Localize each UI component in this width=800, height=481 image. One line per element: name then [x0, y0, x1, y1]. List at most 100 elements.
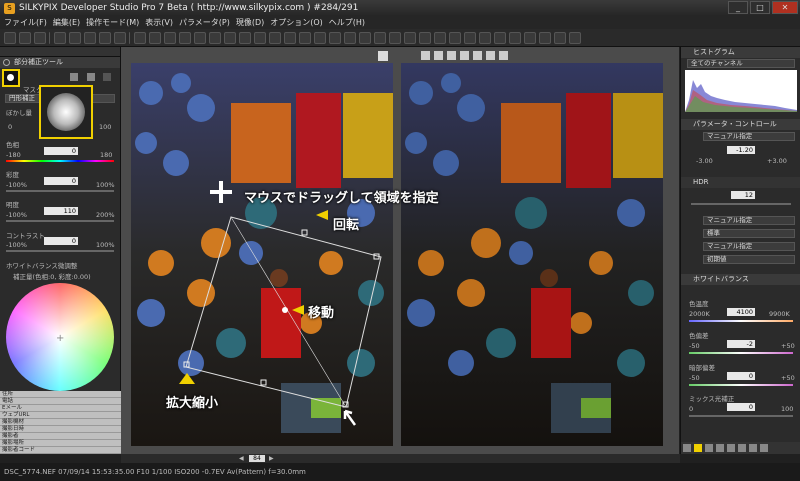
zoom-value[interactable]: 84: [249, 455, 265, 462]
tint-value[interactable]: -2: [727, 340, 755, 348]
dark-value[interactable]: 0: [727, 372, 755, 380]
menu-develop[interactable]: 現像(D): [236, 17, 264, 28]
hue-value[interactable]: 0: [44, 147, 78, 155]
exposure-preset-select[interactable]: マニュアル指定: [703, 132, 795, 141]
saturation-slider[interactable]: [6, 190, 114, 192]
tool-icon[interactable]: [727, 444, 735, 452]
photo-after[interactable]: [401, 63, 663, 446]
next-icon[interactable]: ▶: [269, 455, 274, 462]
meta-photographer-code[interactable]: 撮影者コード: [0, 447, 121, 454]
tool-icon[interactable]: [683, 444, 691, 452]
options-icon[interactable]: [103, 73, 111, 81]
tool-button[interactable]: [419, 31, 431, 44]
tool-button[interactable]: [539, 31, 551, 44]
hdr-slider[interactable]: [691, 203, 791, 205]
prev-icon[interactable]: ◀: [239, 455, 244, 462]
sharpness-preset-select[interactable]: マニュアル指定: [703, 242, 795, 251]
tool-icon[interactable]: [760, 444, 768, 452]
meta-phone[interactable]: 電話: [0, 398, 121, 405]
tool-button[interactable]: [464, 31, 476, 44]
dark-slider[interactable]: [689, 384, 793, 386]
close-icon[interactable]: ✕: [772, 1, 798, 14]
rotate-left-icon[interactable]: [486, 51, 495, 60]
tool-button[interactable]: [209, 31, 221, 44]
color-preset-select[interactable]: 標準: [703, 229, 795, 238]
tool-icon[interactable]: [738, 444, 746, 452]
meta-photographer[interactable]: 撮影者: [0, 433, 121, 440]
tool-button[interactable]: [569, 31, 581, 44]
view-mode-button[interactable]: [69, 31, 81, 44]
rotate-handle[interactable]: [301, 229, 308, 236]
tool-button[interactable]: [299, 31, 311, 44]
tool-icon[interactable]: [749, 444, 757, 452]
tool-button[interactable]: [359, 31, 371, 44]
toolbar-button[interactable]: [4, 31, 16, 44]
temperature-value[interactable]: 4100: [727, 308, 755, 316]
tool-button[interactable]: [434, 31, 446, 44]
menu-view[interactable]: 表示(V): [145, 17, 173, 28]
delete-icon[interactable]: [87, 73, 95, 81]
temperature-slider[interactable]: [689, 320, 793, 322]
view-mode-button[interactable]: [54, 31, 66, 44]
tool-button[interactable]: [329, 31, 341, 44]
view-icon[interactable]: [421, 51, 430, 60]
maximize-icon[interactable]: □: [750, 1, 770, 14]
mix-slider[interactable]: [689, 415, 793, 417]
meta-address[interactable]: 住所: [0, 391, 121, 398]
channel-select[interactable]: 全てのチャンネル: [687, 59, 795, 68]
saturation-value[interactable]: 0: [44, 177, 78, 185]
contrast-slider[interactable]: [6, 250, 114, 252]
copy-icon[interactable]: [70, 73, 78, 81]
meta-location[interactable]: 撮影場所: [0, 440, 121, 447]
tool-button[interactable]: [284, 31, 296, 44]
tool-button[interactable]: [554, 31, 566, 44]
meta-equipment[interactable]: 撮影機材: [0, 419, 121, 426]
tool-button[interactable]: [344, 31, 356, 44]
feather-preview[interactable]: [39, 85, 93, 139]
menu-help[interactable]: ヘルプ(H): [329, 17, 365, 28]
hdr-value[interactable]: 12: [731, 191, 755, 199]
redo-icon[interactable]: [34, 31, 46, 44]
tool-button[interactable]: [239, 31, 251, 44]
menu-edit[interactable]: 編集(E): [53, 17, 80, 28]
minimize-icon[interactable]: _: [728, 1, 748, 14]
circle-mask-button[interactable]: [2, 69, 20, 87]
move-handle[interactable]: [282, 307, 288, 313]
view-icon[interactable]: [473, 51, 482, 60]
brightness-value[interactable]: 110: [44, 207, 78, 215]
brightness-slider[interactable]: [6, 220, 114, 222]
tool-button[interactable]: [164, 31, 176, 44]
rotate-right-icon[interactable]: [499, 51, 508, 60]
view-icon[interactable]: [460, 51, 469, 60]
menu-parameter[interactable]: パラメータ(P): [179, 17, 230, 28]
view-mode-button[interactable]: [99, 31, 111, 44]
tool-button[interactable]: [269, 31, 281, 44]
tool-button[interactable]: [449, 31, 461, 44]
tool-button[interactable]: [224, 31, 236, 44]
hue-slider[interactable]: [6, 160, 114, 162]
tool-icon[interactable]: [705, 444, 713, 452]
tool-button[interactable]: [254, 31, 266, 44]
view-icon[interactable]: [447, 51, 456, 60]
tool-button[interactable]: [389, 31, 401, 44]
tool-button[interactable]: [524, 31, 536, 44]
tool-button[interactable]: [404, 31, 416, 44]
view-mode-button[interactable]: [84, 31, 96, 44]
exposure-value[interactable]: -1.20: [727, 146, 755, 154]
tool-button[interactable]: [134, 31, 146, 44]
undo-icon[interactable]: [19, 31, 31, 44]
contrast-value[interactable]: 0: [44, 237, 78, 245]
tool-button[interactable]: [194, 31, 206, 44]
tool-button[interactable]: [374, 31, 386, 44]
view-mode-button[interactable]: [114, 31, 126, 44]
tool-button[interactable]: [494, 31, 506, 44]
tool-button[interactable]: [314, 31, 326, 44]
tool-button[interactable]: [479, 31, 491, 44]
resize-handle[interactable]: [260, 379, 267, 386]
menu-option[interactable]: オプション(O): [270, 17, 323, 28]
tool-icon[interactable]: [694, 444, 702, 452]
tool-button[interactable]: [509, 31, 521, 44]
tone-preset-select[interactable]: マニュアル指定: [703, 216, 795, 225]
tool-icon[interactable]: [716, 444, 724, 452]
menu-file[interactable]: ファイル(F): [4, 17, 47, 28]
